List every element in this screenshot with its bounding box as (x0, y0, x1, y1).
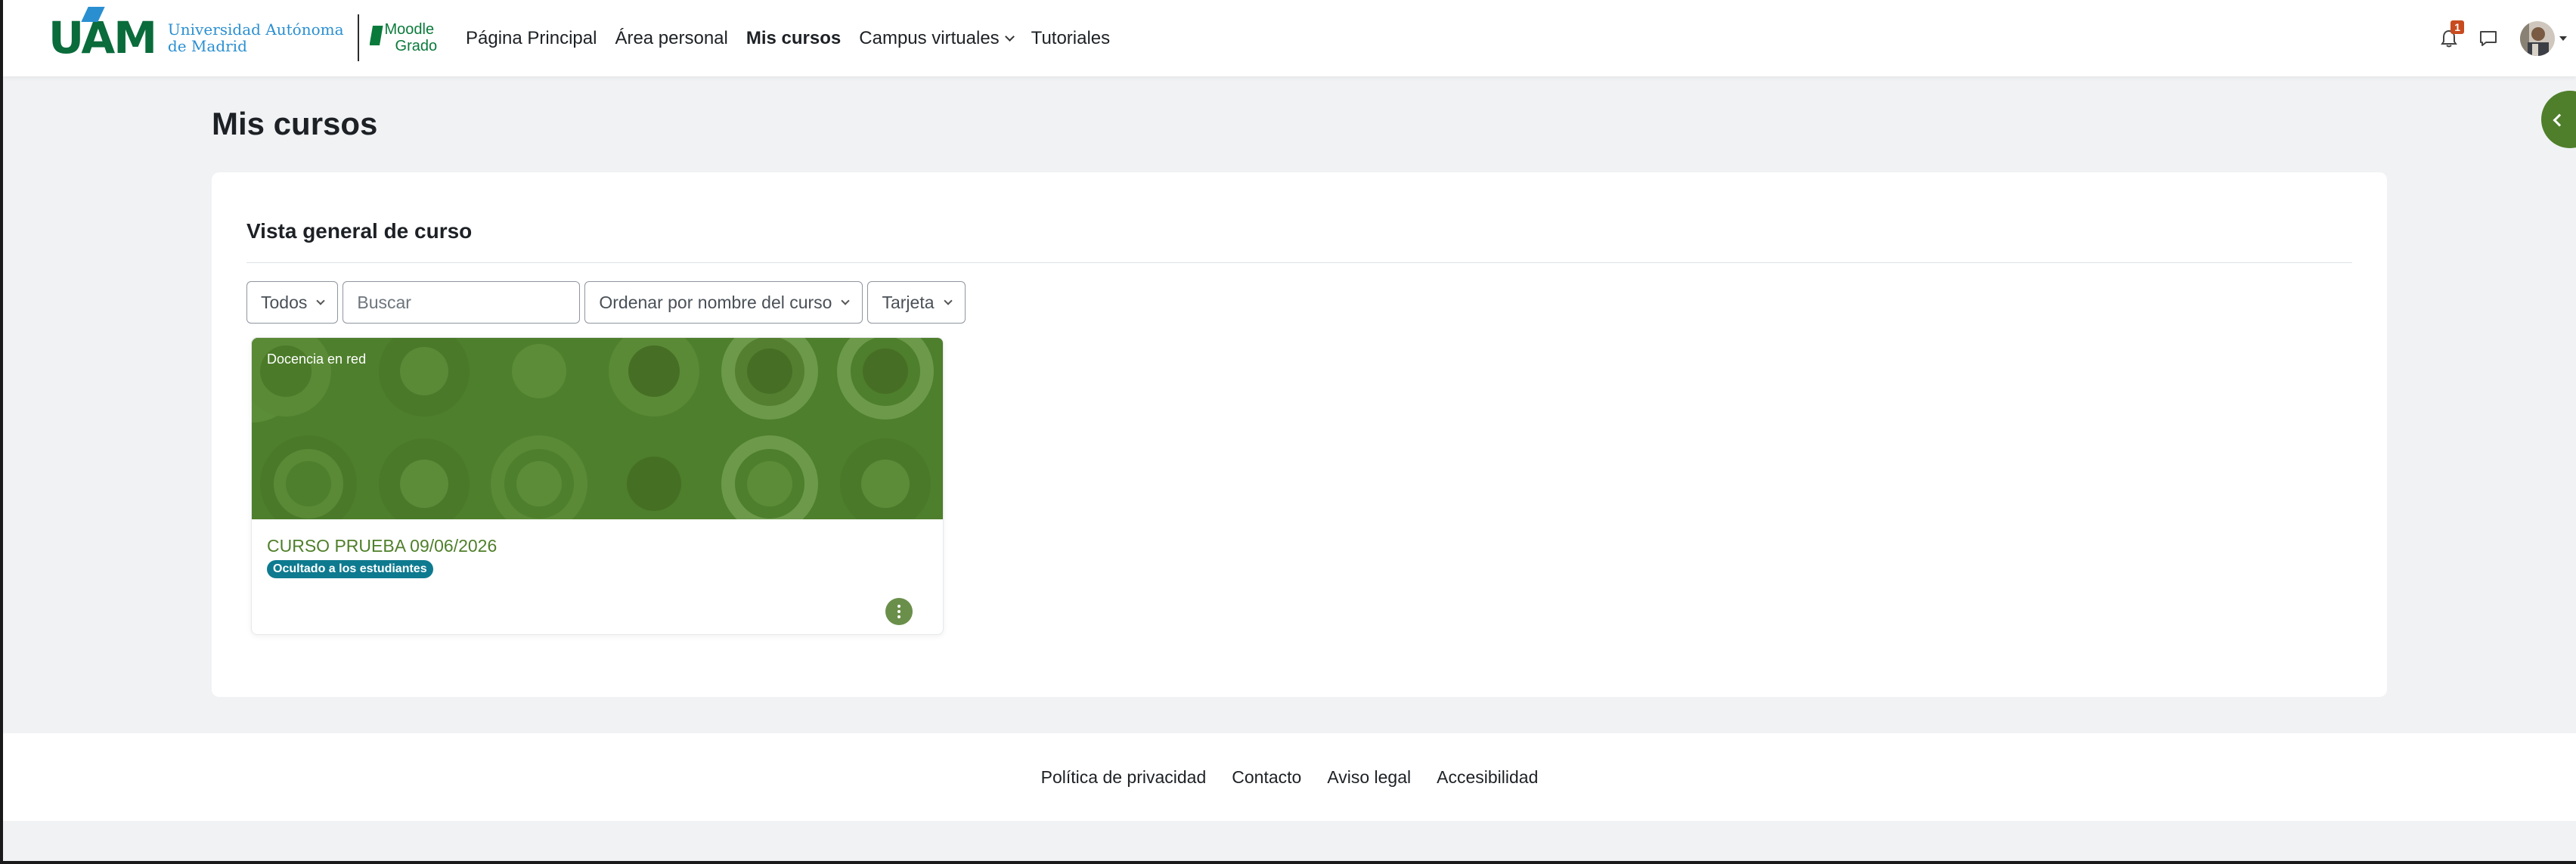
course-category: Docencia en red (267, 351, 367, 367)
uam-logo: UAM (48, 7, 157, 60)
user-navigation: 1 (2434, 0, 2568, 76)
university-name: Universidad Autónoma de Madrid (167, 20, 344, 55)
course-name-link[interactable]: CURSO PRUEBA 09/06/2026 (267, 536, 497, 556)
top-navbar: UAM Universidad Autónoma de Madrid Moodl… (3, 0, 2576, 76)
block-divider (246, 262, 2352, 263)
messages-button[interactable] (2473, 23, 2503, 54)
block-title: Vista general de curso (246, 219, 473, 243)
drawer-toggle-icon[interactable] (2541, 91, 2576, 148)
moodle-flag-icon (369, 26, 383, 45)
chat-icon (2480, 30, 2497, 46)
nav-pagina-principal[interactable]: Página Principal (466, 28, 597, 49)
avatar-image (2520, 20, 2555, 56)
display-mode-dropdown[interactable]: Tarjeta (867, 281, 966, 324)
grouping-dropdown[interactable]: Todos (246, 281, 339, 324)
nav-mis-cursos[interactable]: Mis cursos (746, 28, 841, 49)
footer-link-privacidad[interactable]: Política de privacidad (1041, 767, 1207, 788)
chevron-down-icon (841, 296, 851, 305)
site-logo[interactable]: UAM Universidad Autónoma de Madrid Moodl… (48, 7, 437, 67)
sort-dropdown[interactable]: Ordenar por nombre del curso (584, 281, 863, 324)
brand-divider (357, 14, 359, 61)
page-title: Mis cursos (212, 106, 378, 141)
course-overview-block: Vista general de curso Todos Ordenar por… (212, 172, 2387, 697)
footer-link-contacto[interactable]: Contacto (1232, 767, 1301, 788)
primary-navigation: Página Principal Área personal Mis curso… (466, 0, 1128, 76)
hidden-status-badge: Ocultado a los estudiantes (267, 560, 433, 578)
chevron-down-icon (943, 296, 953, 305)
nav-tutoriales[interactable]: Tutoriales (1031, 28, 1110, 49)
kebab-menu-icon[interactable] (885, 598, 913, 625)
footer-link-aviso-legal[interactable]: Aviso legal (1327, 767, 1411, 788)
course-image[interactable]: Docencia en red (252, 338, 943, 519)
user-menu-caret-icon[interactable] (2559, 36, 2567, 41)
course-card[interactable]: Docencia en red CURSO PRUEBA 09/06/2026 … (251, 337, 944, 635)
notifications-button[interactable]: 1 (2434, 20, 2464, 54)
user-avatar[interactable] (2520, 20, 2555, 56)
chevron-down-icon (1004, 31, 1015, 42)
window-edge-bottom (0, 861, 2576, 864)
notification-count-badge: 1 (2450, 20, 2464, 34)
course-filters: Todos Ordenar por nombre del curso Tarje… (246, 281, 970, 324)
page-footer: Política de privacidad Contacto Aviso le… (3, 733, 2576, 821)
footer-link-accesibilidad[interactable]: Accesibilidad (1437, 767, 1538, 788)
nav-campus-virtuales[interactable]: Campus virtuales (859, 28, 1015, 49)
nav-area-personal[interactable]: Área personal (615, 28, 727, 49)
chevron-down-icon (316, 296, 326, 305)
search-input[interactable] (343, 281, 581, 324)
moodle-logo: Moodle Grado (369, 21, 437, 54)
